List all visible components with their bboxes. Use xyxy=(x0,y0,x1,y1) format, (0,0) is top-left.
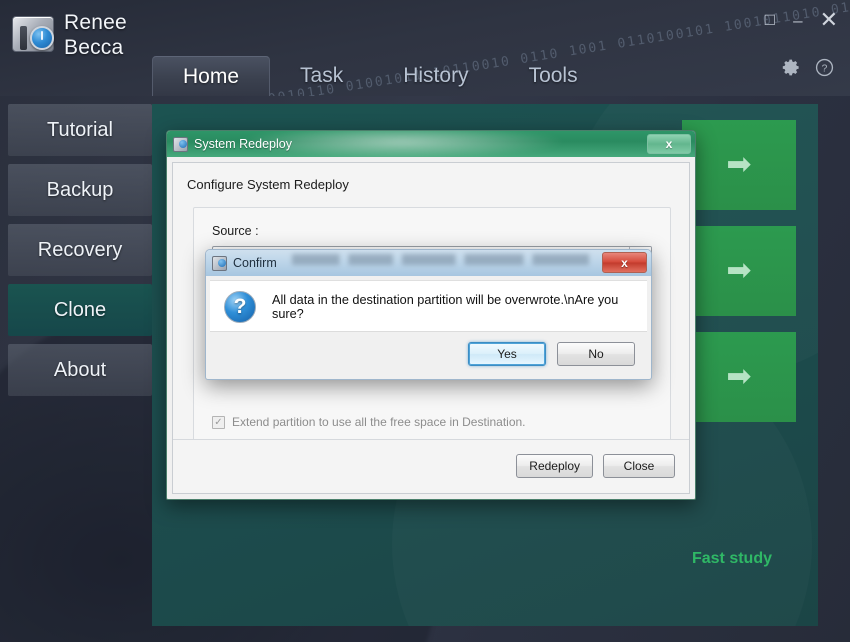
clone-card-1[interactable]: ➡ xyxy=(682,120,796,210)
brand-line-1: Renee xyxy=(64,11,127,34)
system-redeploy-close-button[interactable]: x xyxy=(647,134,691,154)
brand-line-2: Becca xyxy=(64,36,124,59)
system-redeploy-title: System Redeploy xyxy=(194,137,292,151)
clone-card-2[interactable]: ➡ xyxy=(682,226,796,316)
tab-task[interactable]: Task xyxy=(270,56,373,96)
redeploy-button[interactable]: Redeploy xyxy=(516,454,593,478)
fast-study-link[interactable]: Fast study xyxy=(692,550,772,568)
gear-icon[interactable] xyxy=(782,58,801,82)
sidebar-item-backup[interactable]: Backup xyxy=(8,164,152,216)
close-button[interactable]: Close xyxy=(603,454,675,478)
arrow-right-icon: ➡ xyxy=(726,360,752,393)
tab-history[interactable]: History xyxy=(373,56,498,96)
header-tool-buttons: ? xyxy=(782,58,834,82)
safe-slot-shape xyxy=(20,26,27,50)
sidebar-item-about[interactable]: About xyxy=(8,344,152,396)
confirm-message-area: ? All data in the destination partition … xyxy=(210,280,647,332)
sidebar-item-tutorial[interactable]: Tutorial xyxy=(8,104,152,156)
source-label: Source : xyxy=(212,224,259,238)
restore-icon[interactable]: ☐ xyxy=(764,13,777,27)
help-icon[interactable]: ? xyxy=(815,58,834,82)
yes-button[interactable]: Yes xyxy=(468,341,546,366)
titlebar-blurred-text xyxy=(292,254,589,265)
question-icon: ? xyxy=(224,290,256,323)
app-logo xyxy=(10,12,58,56)
sidebar: Tutorial Backup Recovery Clone About xyxy=(8,104,152,404)
sidebar-item-label: Clone xyxy=(53,298,107,321)
system-redeploy-buttons: Redeploy Close xyxy=(516,454,675,478)
extend-partition-checkbox-row[interactable]: ✓ Extend partition to use all the free s… xyxy=(212,415,526,429)
system-redeploy-footer: Redeploy Close xyxy=(173,439,689,493)
app-window: 10010110 01001011 10110010 0110 1001 011… xyxy=(0,0,850,642)
brand-name: Renee Becca xyxy=(64,10,127,60)
tab-tools[interactable]: Tools xyxy=(499,56,608,96)
minimize-icon[interactable]: – xyxy=(793,12,802,29)
confirm-close-button[interactable]: x xyxy=(602,252,647,273)
svg-text:?: ? xyxy=(822,63,828,74)
clone-card-3[interactable]: ➡ xyxy=(682,332,796,422)
confirm-footer: Yes No xyxy=(210,331,647,375)
close-icon[interactable]: ✕ xyxy=(820,9,838,31)
extend-partition-label: Extend partition to use all the free spa… xyxy=(232,415,526,429)
confirm-title: Confirm xyxy=(233,256,277,270)
sidebar-item-label: Recovery xyxy=(37,238,123,261)
confirm-titlebar[interactable]: Confirm x xyxy=(206,250,651,276)
sidebar-item-label: About xyxy=(53,358,107,381)
safe-dial-shape xyxy=(30,26,54,50)
window-controls: ☐ – ✕ xyxy=(764,6,838,34)
app-window-icon xyxy=(173,136,188,152)
checkbox-checked-icon[interactable]: ✓ xyxy=(212,415,225,429)
app-window-icon xyxy=(212,255,227,271)
sidebar-item-clone[interactable]: Clone xyxy=(8,284,152,336)
arrow-right-icon: ➡ xyxy=(726,254,752,287)
nav-tabs: Home Task History Tools xyxy=(152,52,608,96)
confirm-dialog: Confirm x ? All data in the destination … xyxy=(205,249,652,380)
confirm-message: All data in the destination partition wi… xyxy=(272,292,619,321)
no-button[interactable]: No xyxy=(557,341,635,366)
tab-home[interactable]: Home xyxy=(152,56,271,96)
safe-vault-icon xyxy=(12,16,54,52)
sidebar-item-label: Tutorial xyxy=(47,118,113,141)
system-redeploy-titlebar[interactable]: System Redeploy x xyxy=(167,131,695,157)
sidebar-item-recovery[interactable]: Recovery xyxy=(8,224,152,276)
app-header: 10010110 01001011 10110010 0110 1001 011… xyxy=(0,0,850,96)
sidebar-item-label: Backup xyxy=(46,178,114,201)
arrow-right-icon: ➡ xyxy=(726,148,752,181)
system-redeploy-heading: Configure System Redeploy xyxy=(187,177,349,192)
